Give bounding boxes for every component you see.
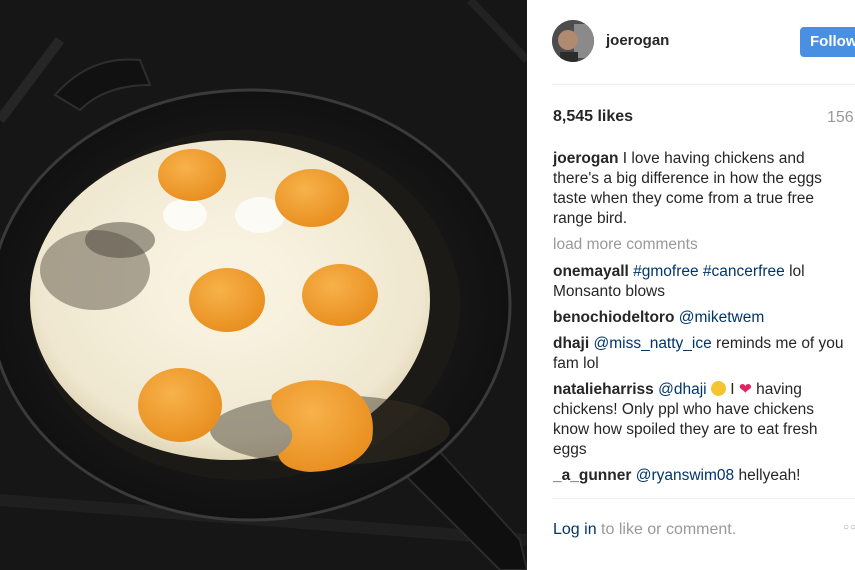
comment-author[interactable]: natalieharriss <box>553 381 654 398</box>
post-time: 156 <box>827 109 854 126</box>
comment-author[interactable]: benochiodeltoro <box>553 309 674 326</box>
more-options-icon[interactable]: ○○ <box>843 522 855 533</box>
comment-text: hellyeah! <box>734 467 801 484</box>
mention-link[interactable]: @dhaji <box>658 381 706 398</box>
divider <box>552 84 855 85</box>
comment-author[interactable]: onemayall <box>553 263 629 280</box>
hashtag-link[interactable]: #cancerfree <box>703 263 785 280</box>
comment-item: _a_gunner @ryanswim08 hellyeah! <box>553 466 853 486</box>
mention-link[interactable]: @miketwem <box>679 309 765 326</box>
mention-link[interactable]: @miss_natty_ice <box>593 335 711 352</box>
profile-picture <box>552 20 594 62</box>
comment-item: onemayall #gmofree #cancerfree lol Monsa… <box>553 262 853 302</box>
login-link[interactable]: Log in <box>553 521 597 538</box>
comment-item: dhaji @miss_natty_ice reminds me of you … <box>553 334 855 374</box>
likes-count[interactable]: 8,545 likes <box>553 108 633 126</box>
comment-item: natalieharriss @dhaji I ❤ having chicken… <box>553 380 853 460</box>
post-sidebar: joerogan Follow 8,545 likes 156 joerogan… <box>527 0 855 570</box>
post-username[interactable]: joerogan <box>606 32 669 49</box>
follow-button[interactable]: Follow <box>800 27 855 57</box>
divider <box>552 498 855 499</box>
post-photo <box>0 0 527 570</box>
login-prompt: Log in to like or comment. <box>553 521 736 539</box>
caption-author[interactable]: joerogan <box>553 150 618 167</box>
hashtag-link[interactable]: #gmofree <box>633 263 698 280</box>
heart-emoji-icon: ❤ <box>738 381 752 398</box>
login-prompt-text: to like or comment. <box>596 521 737 538</box>
comment-author[interactable]: dhaji <box>553 335 589 352</box>
fried-eggs-skillet-image <box>0 0 527 570</box>
comment-author[interactable]: _a_gunner <box>553 467 631 484</box>
load-more-comments-link[interactable]: load more comments <box>553 235 853 255</box>
comment-list: joerogan I love having chickens and ther… <box>553 149 853 492</box>
mention-link[interactable]: @ryanswim08 <box>636 467 734 484</box>
comment-text: I <box>725 381 739 398</box>
avatar[interactable] <box>552 20 594 62</box>
comment-item: benochiodeltoro @miketwem <box>553 308 853 328</box>
caption: joerogan I love having chickens and ther… <box>553 149 853 229</box>
post-header: joerogan Follow <box>527 0 855 84</box>
wink-emoji-icon <box>710 381 726 396</box>
